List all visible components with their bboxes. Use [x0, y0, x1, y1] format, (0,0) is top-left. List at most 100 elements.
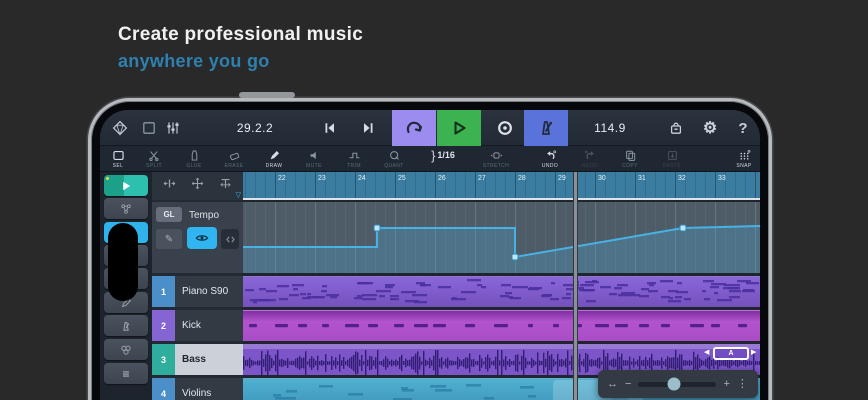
tool-quant[interactable]: QUANT	[376, 148, 412, 169]
track-number: 3	[152, 344, 175, 375]
play-button[interactable]	[437, 110, 481, 146]
split-icon	[148, 149, 161, 162]
timeline-lanes: 222324252627282930313233 A◀▶ ↔ − + ⋮	[243, 172, 760, 400]
region-kick[interactable]	[243, 310, 760, 341]
track-name: Piano S90	[182, 276, 228, 307]
transport-bar: 29.2.2 114.9 ⚙?	[100, 110, 760, 146]
marker-right-arrow-icon[interactable]: ▶	[751, 349, 756, 356]
skip-start-icon[interactable]	[316, 110, 344, 146]
tool-undo[interactable]: UNDO	[532, 148, 568, 169]
zoom-out-button[interactable]: −	[625, 379, 631, 390]
tool-glue[interactable]: GLUE	[176, 148, 212, 169]
logo-diamond-icon[interactable]	[108, 110, 132, 146]
phone-side-button	[239, 92, 295, 98]
tempo-node[interactable]	[374, 225, 380, 231]
tool-stretch[interactable]: STRETCH	[478, 148, 514, 169]
fit-width-icon[interactable]: ↔	[607, 379, 618, 390]
playhead[interactable]	[573, 172, 578, 400]
track-name: Violins	[182, 378, 211, 400]
copy-icon	[624, 149, 637, 162]
pads-button[interactable]	[104, 339, 148, 360]
loop-marker-a[interactable]: A	[713, 347, 749, 360]
time-display[interactable]: 29.2.2	[220, 110, 290, 146]
tempo-track-header[interactable]: GL Tempo ✎	[152, 202, 243, 273]
floating-zoom-bar: ↔ − + ⋮	[598, 370, 758, 398]
sb-play	[119, 179, 133, 193]
record-icon[interactable]	[490, 110, 520, 146]
tool-trim[interactable]: TRIM	[336, 148, 372, 169]
tool-erase[interactable]: ERASE	[216, 148, 252, 169]
zoom-in-button[interactable]: +	[723, 379, 729, 390]
marker-left-arrow-icon[interactable]: ◀	[704, 349, 709, 356]
metronome-button[interactable]	[524, 110, 568, 146]
tool-split[interactable]: SPLIT	[136, 148, 172, 169]
redo-icon	[584, 149, 597, 162]
inspector-play-button[interactable]	[104, 175, 148, 196]
tempo-node[interactable]	[680, 225, 686, 231]
metronome-icon	[536, 118, 556, 138]
logo-diamond-icon	[112, 120, 128, 136]
track-header-piano-s90[interactable]: 1Piano S90	[152, 276, 243, 307]
tempo-display[interactable]: 114.9	[580, 110, 640, 146]
tool-116[interactable]: }1/16	[425, 148, 461, 162]
play-icon	[449, 118, 469, 138]
quantize-value[interactable]: 1/16	[437, 150, 455, 160]
tempo-resize-button[interactable]	[221, 229, 239, 249]
tempo-node[interactable]	[512, 254, 518, 260]
tool-copy[interactable]: COPY	[612, 148, 648, 169]
ruler-bar-number: 31	[638, 175, 646, 182]
track-header-kick[interactable]: 2Kick	[152, 310, 243, 341]
sb-media	[119, 202, 133, 216]
global-track-chip[interactable]: GL	[156, 207, 182, 222]
tool-sel[interactable]: SEL	[100, 148, 136, 169]
tool-snap[interactable]: SNAP	[726, 148, 760, 169]
zoom-slider-thumb[interactable]	[667, 378, 680, 391]
tool-redo[interactable]: REDO	[572, 148, 608, 169]
cycle-icon	[404, 118, 424, 138]
zoom-slider[interactable]	[638, 382, 716, 387]
ruler-bar-number: 27	[478, 175, 486, 182]
skip-end-icon[interactable]	[354, 110, 382, 146]
cycle-button[interactable]	[392, 110, 436, 146]
zc-t	[219, 177, 232, 190]
project-icon[interactable]	[138, 110, 160, 146]
project-icon	[141, 120, 157, 136]
tempo-track-label: Tempo	[189, 210, 219, 221]
zoom-track-icon[interactable]	[219, 177, 232, 195]
timeline-ruler[interactable]: 222324252627282930313233	[243, 172, 760, 200]
tool-paste[interactable]: PASTE	[654, 148, 690, 169]
ruler-bar-number: 22	[278, 175, 286, 182]
hero-subtitle: anywhere you go	[118, 51, 363, 72]
mixer-icon[interactable]	[162, 110, 184, 146]
shop-icon[interactable]	[662, 110, 690, 146]
tempo-edit-button[interactable]: ✎	[156, 229, 182, 249]
record-icon	[496, 119, 514, 137]
phone-frame: 29.2.2114.9⚙? SELSPLITGLUEERASEDRAWMUTET…	[88, 98, 772, 400]
metronome-side-button[interactable]	[104, 315, 148, 336]
sb-pads	[119, 343, 133, 357]
sb-metro	[119, 319, 133, 333]
tempo-visibility-button[interactable]	[187, 227, 217, 249]
ruler-bar-number: 29	[558, 175, 566, 182]
track-number: 4	[152, 378, 175, 400]
help-icon[interactable]: ?	[730, 110, 756, 146]
track-header-bass[interactable]: 3Bass	[152, 344, 243, 375]
zoom-horizontal-icon[interactable]	[163, 177, 176, 195]
hero-text: Create professional music anywhere you g…	[118, 24, 363, 72]
hero-title: Create professional music	[118, 24, 363, 46]
erase-icon	[228, 149, 241, 162]
zoom-vertical-icon[interactable]	[191, 177, 204, 195]
tool-draw[interactable]: DRAW	[256, 148, 292, 169]
camera-cutout	[108, 223, 138, 301]
ruler-bar-number: 30	[598, 175, 606, 182]
region-piano-s90[interactable]	[243, 276, 760, 307]
ruler-bar-number: 33	[718, 175, 726, 182]
settings-gear-icon[interactable]: ⚙	[696, 110, 724, 146]
menu-button[interactable]: ≡	[104, 363, 148, 384]
tool-mute[interactable]: MUTE	[296, 148, 332, 169]
media-button[interactable]	[104, 198, 148, 219]
track-header-violins[interactable]: 4 Violins	[152, 378, 243, 400]
trim-icon	[348, 149, 361, 162]
tempo-automation-lane[interactable]	[243, 202, 760, 273]
more-options-icon[interactable]: ⋮	[737, 379, 748, 390]
